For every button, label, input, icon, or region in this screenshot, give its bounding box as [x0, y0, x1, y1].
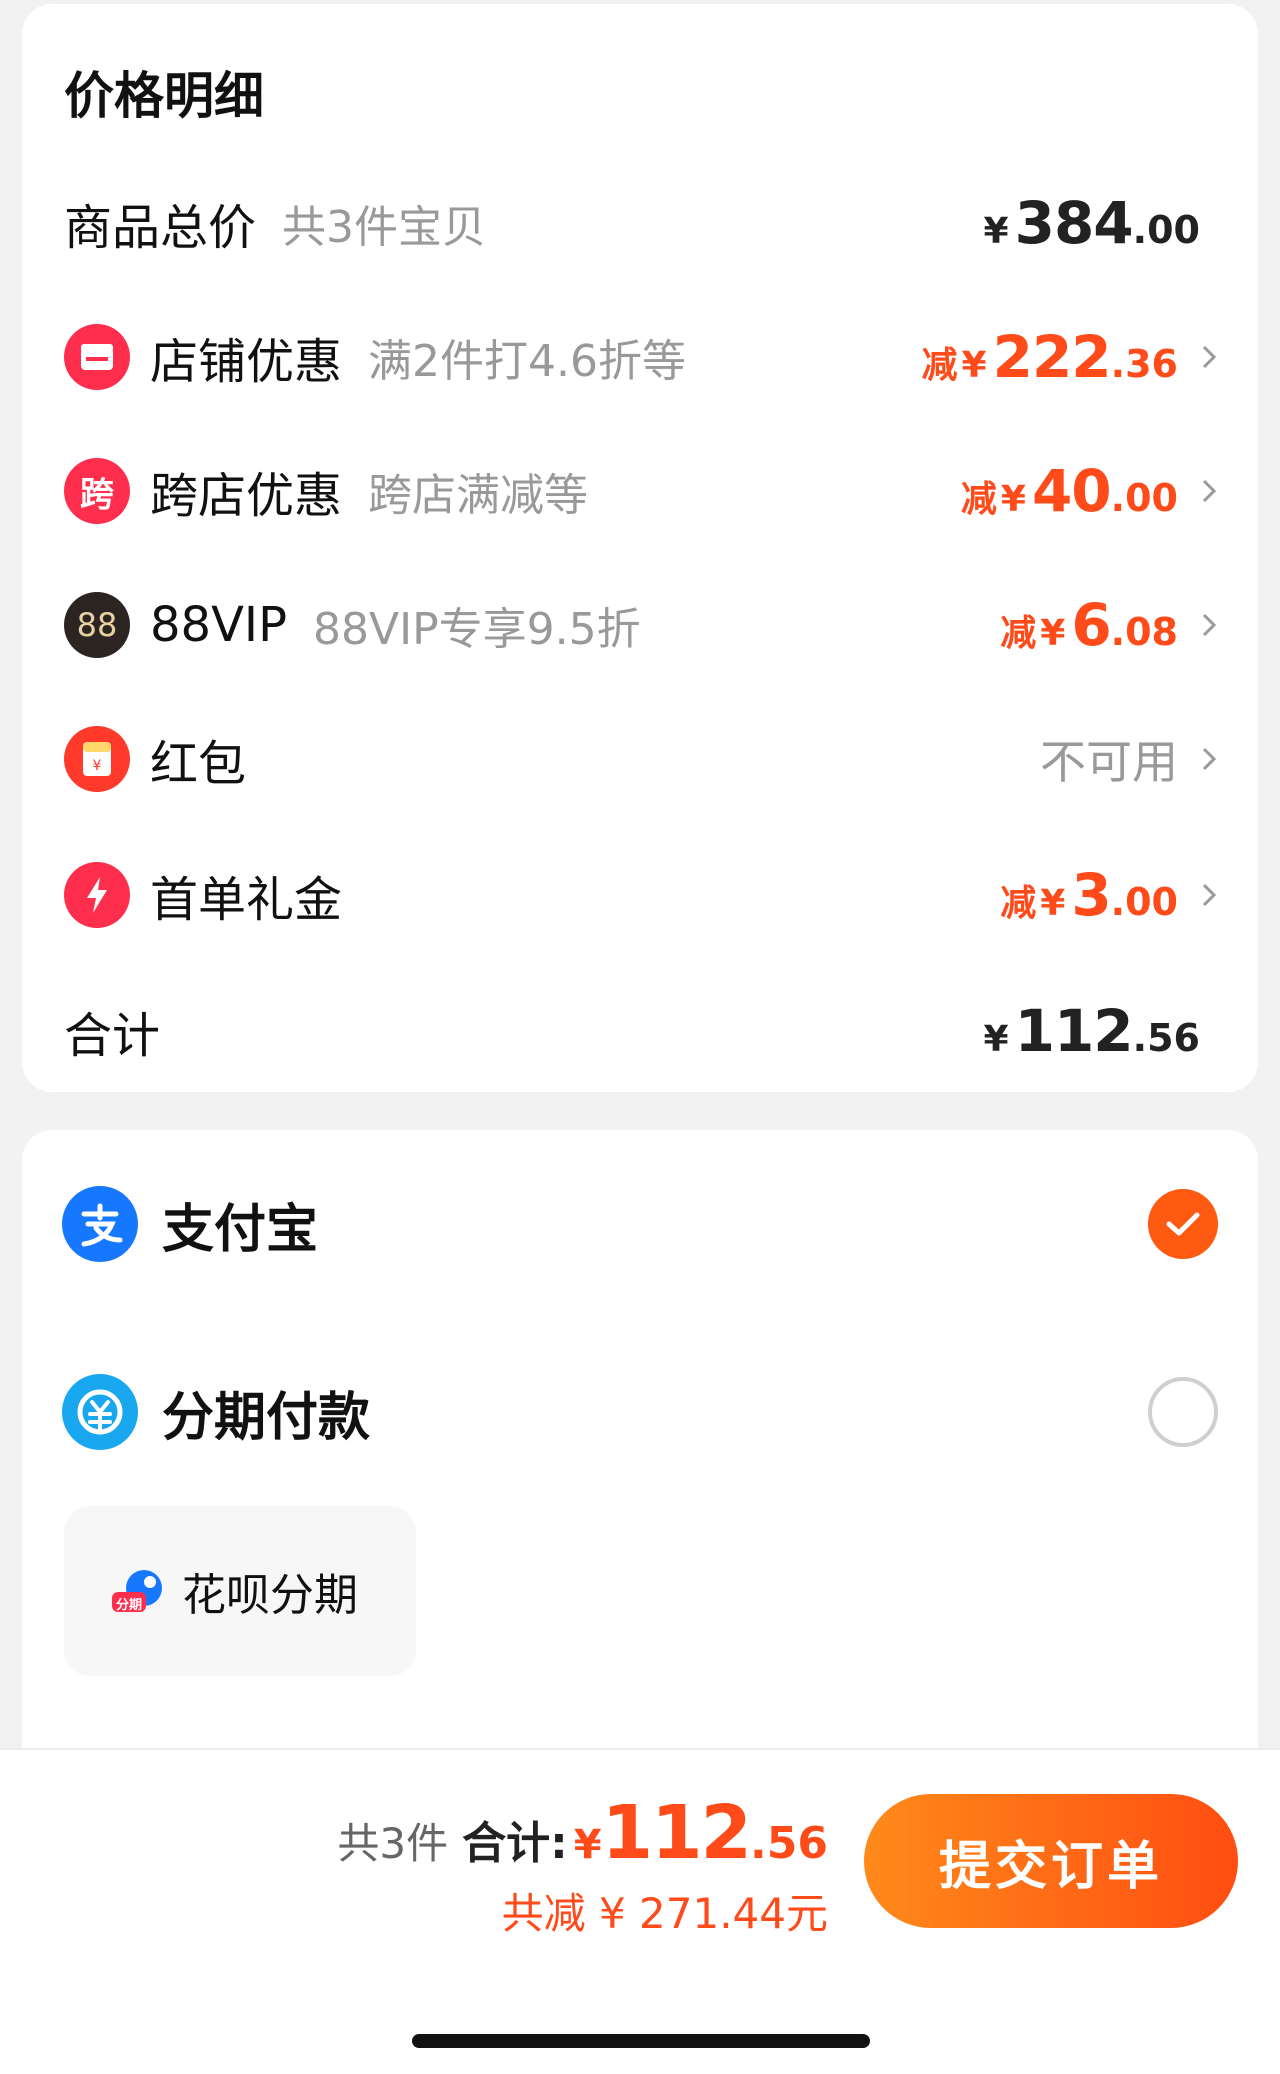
submit-order-button[interactable]: 提交订单 — [864, 1794, 1238, 1928]
payment-option-alipay[interactable]: 支付宝 — [22, 1164, 1258, 1284]
minus-prefix: 减 — [960, 479, 997, 520]
unavailable-text: 不可用 — [1040, 735, 1178, 789]
row-value: 减 ¥ 3 .00 — [1000, 861, 1178, 929]
yen-sign: ¥ — [1040, 613, 1066, 654]
yen-sign: ¥ — [983, 1019, 1009, 1060]
value-dec: .56 — [1132, 1016, 1200, 1060]
huabei-icon: 分期 — [110, 1566, 166, 1616]
chevron-right-icon — [1202, 747, 1217, 771]
summary-count: 共3件 — [337, 1819, 449, 1868]
row-desc: 跨店满减等 — [368, 470, 589, 521]
yen-sign: ¥ — [1040, 883, 1066, 924]
minus-prefix: 减 — [1000, 883, 1037, 924]
summary-total-int: 112 — [601, 1790, 752, 1876]
row-label: 合计 — [64, 1008, 161, 1064]
shop-icon — [64, 324, 130, 390]
lightning-icon — [64, 862, 130, 928]
yen-sign: ¥ — [961, 345, 987, 386]
chevron-right-icon — [1202, 613, 1217, 637]
row-label: 跨店优惠 — [150, 468, 343, 524]
row-label: 首单礼金 — [150, 872, 343, 928]
payment-option-label: 支付宝 — [162, 1199, 319, 1260]
value-int: 6 — [1071, 591, 1111, 659]
row-label: 88VIP — [150, 597, 288, 653]
row-cross-store-discount[interactable]: 跨 跨店优惠 跨店满减等 减 ¥ 40 .00 — [22, 436, 1258, 546]
value-int: 384 — [1014, 189, 1134, 257]
row-value: ¥ 112 .56 — [984, 997, 1200, 1065]
huabei-badge: 分期 — [116, 1598, 143, 1613]
red-envelope-icon: ¥ — [64, 726, 130, 792]
row-value: 减 ¥ 222 .36 — [922, 323, 1178, 391]
value-int: 222 — [992, 323, 1112, 391]
row-label: 红包 — [150, 736, 247, 792]
payment-option-label: 分期付款 — [162, 1387, 371, 1448]
value-dec: .00 — [1110, 476, 1178, 520]
value-dec: .08 — [1110, 610, 1178, 654]
summary-total-line: 共3件 合计: ¥ 112 .56 — [337, 1790, 828, 1876]
row-red-envelope[interactable]: ¥ 红包 不可用 — [22, 704, 1258, 814]
row-desc: 88VIP专享9.5折 — [313, 604, 641, 655]
home-indicator[interactable] — [412, 2034, 870, 2048]
value-int: 112 — [1014, 997, 1134, 1065]
payment-option-installment[interactable]: 分期付款 — [22, 1352, 1258, 1472]
svg-text:¥: ¥ — [93, 758, 102, 774]
row-88vip-discount[interactable]: 88 88VIP 88VIP专享9.5折 减 ¥ 6 .08 — [22, 570, 1258, 680]
huabei-label: 花呗分期 — [182, 1570, 358, 1621]
installment-icon — [62, 1374, 138, 1450]
row-value: 不可用 — [1040, 726, 1178, 792]
summary-total-dec: .56 — [750, 1818, 828, 1869]
value-dec: .00 — [1132, 208, 1200, 252]
yen-sign: ¥ — [1000, 479, 1026, 520]
row-label: 商品总价 — [64, 200, 257, 256]
row-first-order-gift[interactable]: 首单礼金 减 ¥ 3 .00 — [22, 840, 1258, 950]
value-dec: .00 — [1110, 880, 1178, 924]
summary-saved: 共减 ¥ 271.44元 — [501, 1889, 828, 1938]
row-goods-total: 商品总价 共3件宝贝 ¥ 384 .00 — [22, 168, 1258, 278]
huabei-installment-chip[interactable]: 分期 花呗分期 — [64, 1506, 416, 1676]
bottom-summary-bar: 共3件 合计: ¥ 112 .56 共减 ¥ 271.44元 提交订单 — [0, 1748, 1280, 2074]
check-icon — [1166, 1212, 1200, 1236]
vip-88-icon: 88 — [64, 592, 130, 658]
alipay-icon — [62, 1186, 138, 1262]
payment-card: 支付宝 分期付款 分期 花呗分期 — [22, 1130, 1258, 1770]
minus-prefix: 减 — [1000, 613, 1037, 654]
value-dec: .36 — [1110, 342, 1178, 386]
radio-unselected[interactable] — [1148, 1377, 1218, 1447]
chevron-right-icon — [1202, 345, 1217, 369]
price-detail-title: 价格明细 — [64, 67, 264, 125]
row-desc: 满2件打4.6折等 — [368, 336, 686, 387]
row-shop-discount[interactable]: 店铺优惠 满2件打4.6折等 减 ¥ 222 .36 — [22, 302, 1258, 412]
row-value: ¥ 384 .00 — [984, 189, 1200, 257]
row-label: 店铺优惠 — [150, 334, 343, 390]
value-int: 40 — [1031, 457, 1112, 525]
row-value: 减 ¥ 40 .00 — [961, 457, 1178, 525]
row-value: 减 ¥ 6 .08 — [1000, 591, 1178, 659]
row-total: 合计 ¥ 112 .56 — [22, 976, 1258, 1086]
summary-total-label: 合计: — [462, 1818, 568, 1869]
cross-store-icon: 跨 — [64, 458, 130, 524]
price-detail-card: 价格明细 商品总价 共3件宝贝 ¥ 384 .00 店铺优惠 满2件打4.6折等… — [22, 4, 1258, 1092]
radio-selected[interactable] — [1148, 1189, 1218, 1259]
row-desc: 共3件宝贝 — [282, 202, 487, 253]
summary-yen-sign: ¥ — [573, 1822, 602, 1868]
chevron-right-icon — [1202, 883, 1217, 907]
yen-sign: ¥ — [983, 211, 1009, 252]
minus-prefix: 减 — [921, 345, 958, 386]
value-int: 3 — [1071, 861, 1111, 929]
chevron-right-icon — [1202, 479, 1217, 503]
